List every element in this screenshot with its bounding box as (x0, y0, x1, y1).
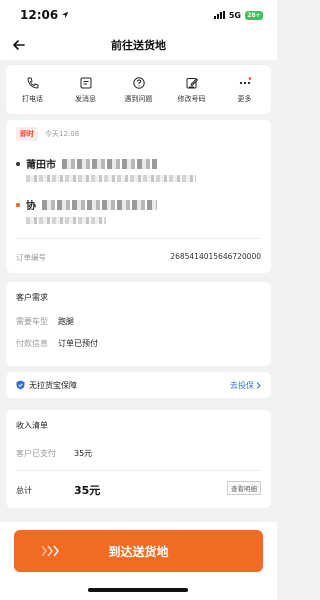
dropoff-name: 协 (26, 201, 36, 212)
bottom-bar: 到达送货地 (0, 522, 277, 600)
status-indicators: 5G 28+ (213, 10, 263, 20)
dropoff-detail (26, 217, 106, 224)
status-time: 12:06 (20, 8, 69, 22)
location-arrow-icon (62, 11, 69, 19)
vehicle-value: 跑腿 (58, 317, 74, 326)
dropoff-dot-icon (16, 202, 20, 207)
problem-button[interactable]: 遇到问题 (113, 76, 165, 104)
network-label: 5G (228, 10, 241, 20)
total-row: 总计 35元 (16, 482, 100, 498)
battery-icon: 28+ (245, 10, 263, 20)
dropoff-address: 协 (16, 197, 157, 212)
redacted-pickup (62, 158, 157, 169)
shield-icon (16, 380, 25, 390)
phone-icon (26, 77, 38, 89)
divider (16, 238, 261, 239)
redacted-pickup-detail (26, 175, 196, 182)
triple-chevron-icon (41, 545, 60, 557)
more-button[interactable]: 更多 (219, 76, 271, 104)
buy-insurance-label: 去投保 (230, 380, 254, 390)
battery-level: 28+ (247, 11, 261, 19)
arrive-label: 到达送货地 (108, 544, 169, 559)
question-icon (132, 76, 145, 89)
action-bar: 打电话 发消息 遇到问题 修改号码 更多 (6, 64, 271, 114)
page-title: 前往送货地 (111, 39, 166, 52)
signal-icon (213, 11, 225, 19)
message-button[interactable]: 发消息 (60, 76, 112, 104)
message-icon (80, 77, 91, 88)
redacted-dropoff-detail (26, 217, 106, 224)
payment-row: 付款信息 订单已预付 (16, 338, 98, 349)
paid-row: 客户已支付 35元 (16, 448, 92, 459)
divider (16, 470, 261, 471)
edit-number-label: 修改号码 (177, 94, 206, 103)
edit-icon (186, 77, 198, 88)
total-label: 总计 (16, 485, 32, 495)
status-bar: 12:06 5G 28+ (0, 0, 277, 30)
vehicle-row: 需要车型 跑腿 (16, 316, 74, 327)
edit-number-button[interactable]: 修改号码 (166, 76, 218, 104)
view-detail-button[interactable]: 查看明细 (227, 481, 261, 495)
pickup-detail (26, 175, 196, 182)
customer-needs-card: 客户需求 需要车型 跑腿 付款信息 订单已预付 (6, 282, 271, 366)
order-number-label: 订单编号 (16, 253, 46, 262)
income-card: 收入清单 客户已支付 35元 总计 35元 查看明细 (6, 410, 271, 508)
redacted-dropoff (42, 199, 157, 210)
chevron-right-icon (256, 381, 261, 389)
needs-title: 客户需求 (16, 293, 48, 302)
nav-bar: 前往送货地 (0, 30, 277, 60)
message-label: 发消息 (75, 94, 96, 103)
call-button[interactable]: 打电话 (7, 76, 59, 104)
paid-value: 35元 (74, 449, 93, 458)
order-time: 今天12:08 (45, 130, 80, 138)
buy-insurance-link[interactable]: 去投保 (230, 380, 261, 391)
order-tag-row: 即时 今天12:08 (16, 127, 79, 141)
income-title: 收入清单 (16, 421, 48, 430)
insurance-text: 无拉货宝保障 (29, 380, 77, 390)
back-arrow-icon[interactable] (10, 36, 28, 54)
pickup-address: 莆田市 (16, 156, 157, 171)
order-card: 即时 今天12:08 莆田市 协 订单编号 268541401564672000… (6, 120, 271, 273)
order-number[interactable]: 2685414015646720000 (170, 252, 261, 263)
payment-value: 订单已预付 (58, 339, 98, 348)
more-label: 更多 (237, 94, 252, 103)
more-icon (239, 76, 251, 84)
paid-label: 客户已支付 (16, 449, 56, 458)
instant-badge: 即时 (16, 127, 38, 141)
vehicle-label: 需要车型 (16, 317, 48, 326)
home-indicator (88, 588, 188, 592)
clock-text: 12:06 (20, 8, 59, 22)
order-number-row: 订单编号 2685414015646720000 (16, 252, 261, 263)
payment-label: 付款信息 (16, 339, 48, 348)
total-value: 35元 (74, 484, 101, 497)
pickup-dot-icon (16, 161, 20, 166)
pickup-name: 莆田市 (26, 160, 56, 171)
insurance-row[interactable]: 无拉货宝保障 去投保 (6, 372, 271, 398)
problem-label: 遇到问题 (124, 94, 153, 103)
call-label: 打电话 (22, 94, 43, 103)
